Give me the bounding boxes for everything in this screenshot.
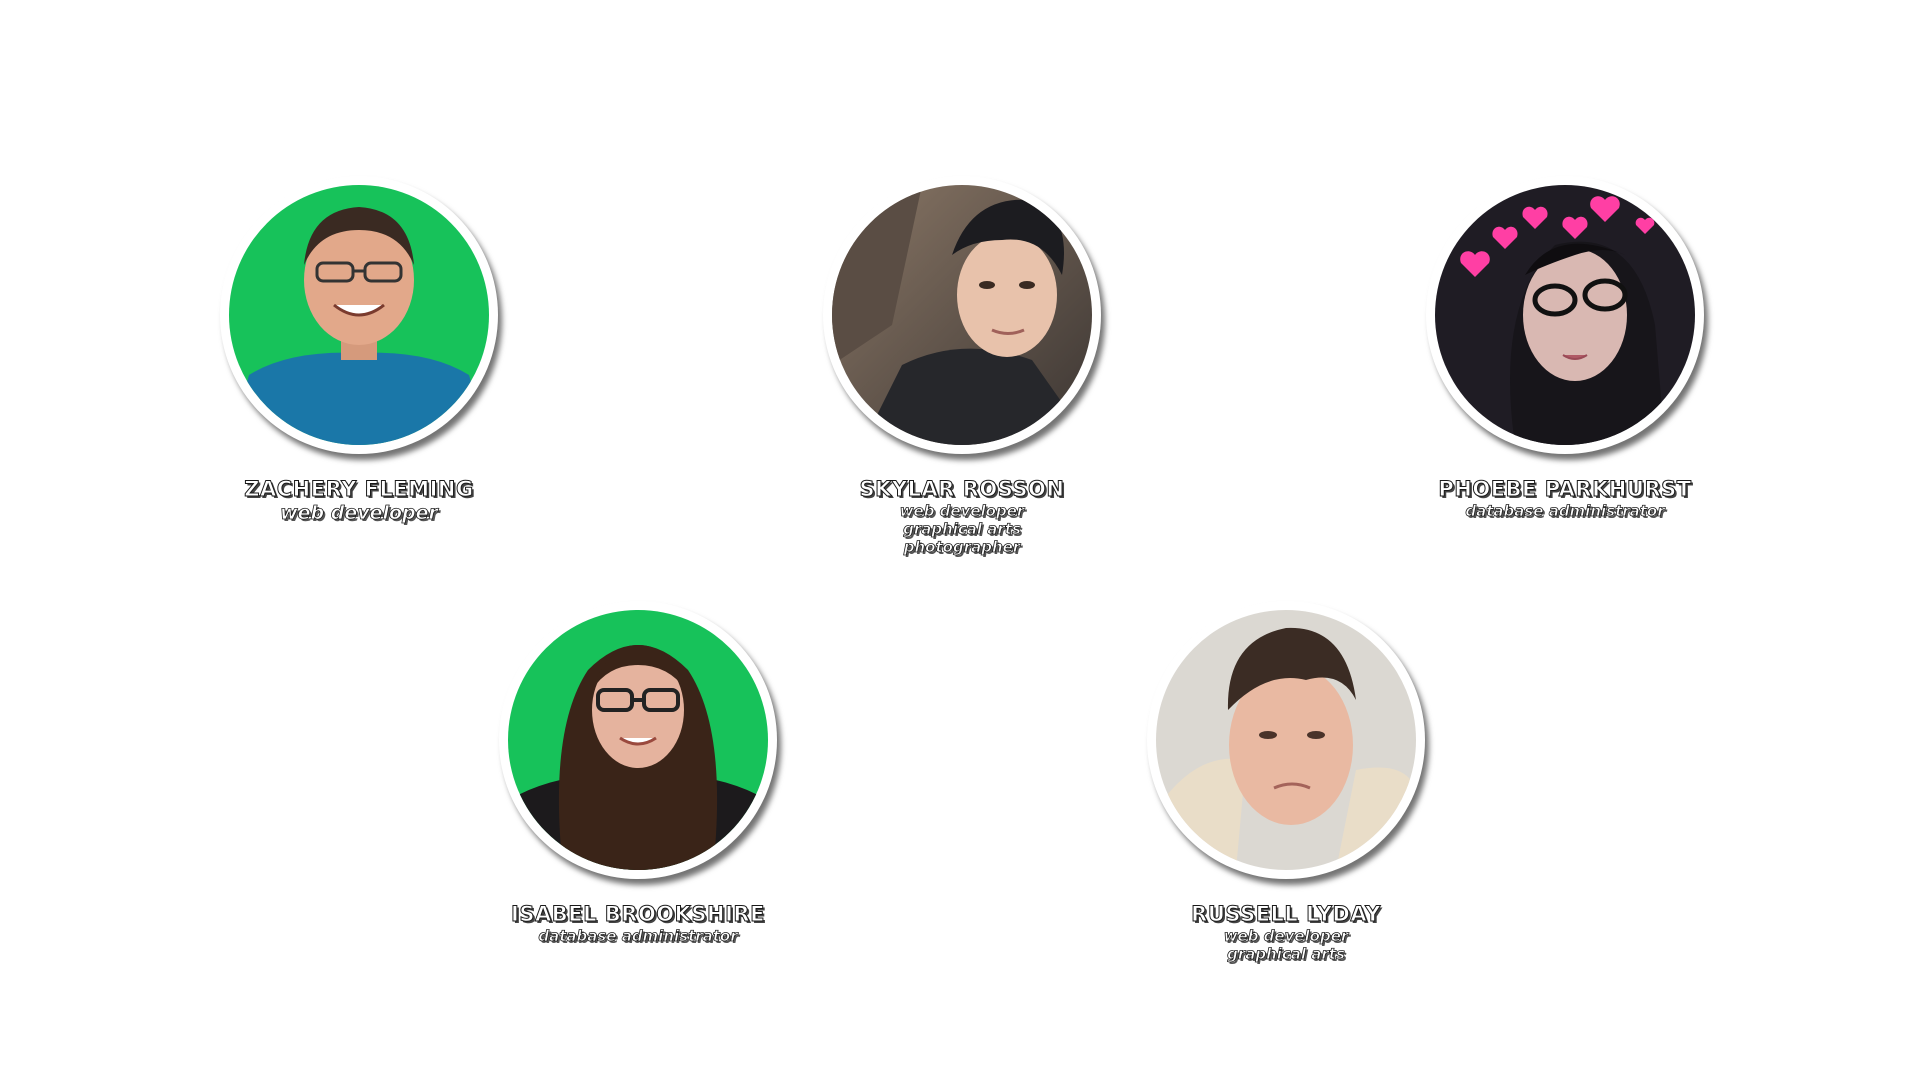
member-name: ISABEL BROOKSHIRE xyxy=(511,902,765,927)
profile-photo xyxy=(832,185,1092,445)
team-member-isabel-brookshire: ISABEL BROOKSHIRE database administrator xyxy=(428,601,848,945)
team-member-skylar-rosson: SKYLAR ROSSON web developer graphical ar… xyxy=(752,176,1172,556)
member-roles: database administrator xyxy=(1355,502,1775,521)
profile-photo xyxy=(229,185,489,445)
team-member-russell-lyday: RUSSELL LYDAY web developer graphical ar… xyxy=(1076,601,1496,963)
team-member-phoebe-parkhurst: PHOEBE PARKHURST database administrator xyxy=(1355,176,1775,520)
member-role: database administrator xyxy=(538,927,738,946)
member-name: PHOEBE PARKHURST xyxy=(1438,477,1692,502)
member-role: database administrator xyxy=(1465,502,1665,521)
member-role: photographer xyxy=(903,538,1021,557)
avatar xyxy=(220,176,498,454)
avatar xyxy=(823,176,1101,454)
profile-photo-image xyxy=(1435,185,1695,445)
avatar xyxy=(1147,601,1425,879)
profile-photo-image xyxy=(508,610,768,870)
profile-photo-image xyxy=(1156,610,1416,870)
member-role: web developer xyxy=(280,502,439,525)
team-member-zachery-fleming: ZACHERY FLEMING web developer xyxy=(149,176,569,524)
profile-photo xyxy=(1435,185,1695,445)
member-roles: web developer graphical arts xyxy=(1076,927,1496,964)
member-roles: web developer graphical arts photographe… xyxy=(752,502,1172,557)
avatar xyxy=(499,601,777,879)
profile-photo-image xyxy=(229,185,489,445)
member-role: graphical arts xyxy=(1227,945,1346,964)
member-roles: database administrator xyxy=(428,927,848,946)
profile-photo xyxy=(1156,610,1416,870)
member-name: SKYLAR ROSSON xyxy=(859,477,1065,502)
member-role: web developer xyxy=(1223,927,1349,946)
member-role: graphical arts xyxy=(903,520,1022,539)
profile-photo xyxy=(508,610,768,870)
profile-photo-image xyxy=(832,185,1092,445)
avatar xyxy=(1426,176,1704,454)
member-roles: web developer xyxy=(149,502,569,525)
member-role: web developer xyxy=(899,502,1025,521)
member-name: RUSSELL LYDAY xyxy=(1191,902,1381,927)
member-name: ZACHERY FLEMING xyxy=(244,477,474,502)
